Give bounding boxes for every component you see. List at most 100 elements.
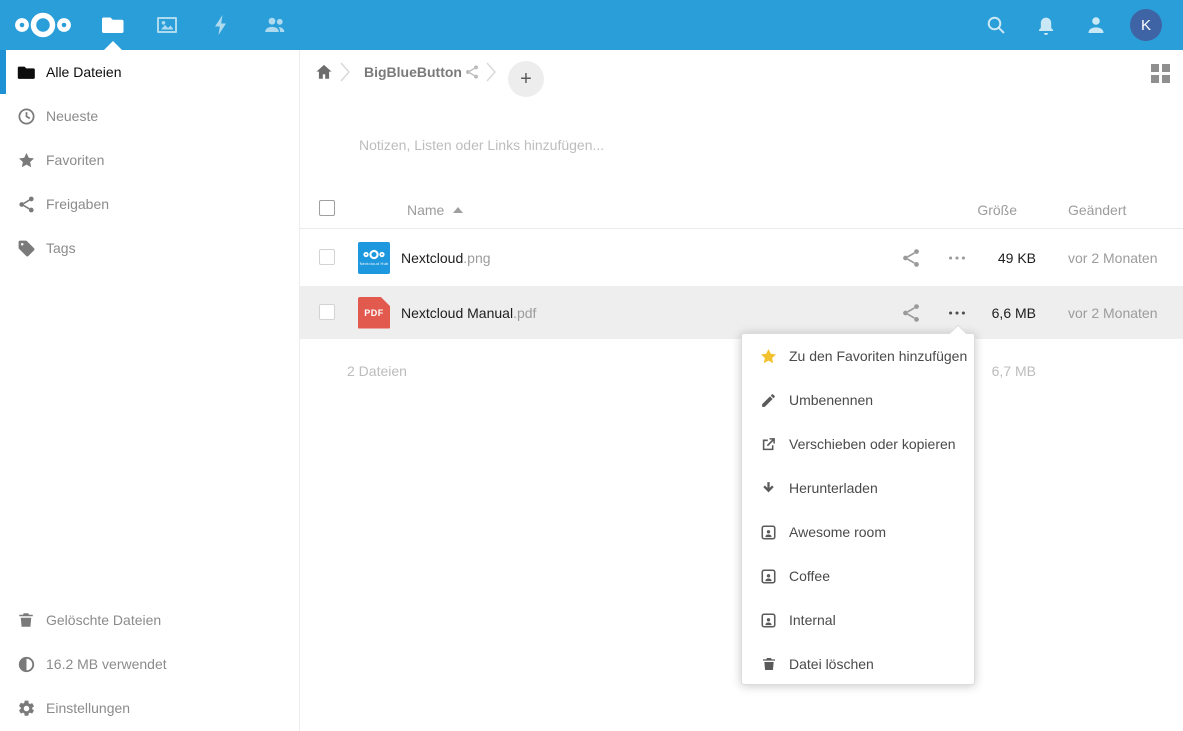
sort-ascending-icon[interactable] bbox=[453, 207, 463, 213]
menu-item-label: Datei löschen bbox=[789, 656, 874, 672]
pencil-icon bbox=[759, 391, 778, 410]
breadcrumb-share-icon[interactable] bbox=[464, 64, 480, 80]
trash-icon bbox=[759, 655, 778, 674]
sidebar-item-recent[interactable]: Neueste bbox=[0, 94, 299, 138]
file-name[interactable]: Nextcloud Manual.pdf bbox=[401, 305, 536, 321]
new-file-button[interactable]: + bbox=[508, 61, 544, 97]
menu-item-rename[interactable]: Umbenennen bbox=[742, 378, 974, 422]
breadcrumb-folder-name[interactable]: BigBlueButton bbox=[364, 64, 462, 80]
sidebar-item-label: 16.2 MB verwendet bbox=[46, 656, 167, 672]
avatar-initial: K bbox=[1141, 17, 1151, 34]
active-app-indicator bbox=[104, 41, 122, 50]
nextcloud-logo-icon[interactable] bbox=[14, 11, 72, 39]
menu-item-delete-file[interactable]: Datei löschen bbox=[742, 642, 974, 686]
share-icon[interactable] bbox=[900, 247, 922, 269]
menu-item-internal[interactable]: Internal bbox=[742, 598, 974, 642]
menu-item-label: Umbenennen bbox=[789, 392, 873, 408]
sidebar-item-label: Tags bbox=[46, 240, 76, 256]
sidebar-item-label: Alle Dateien bbox=[46, 64, 122, 80]
move-icon bbox=[759, 435, 778, 454]
menu-item-add-to-favorites[interactable]: Zu den Favoriten hinzufügen bbox=[742, 334, 974, 378]
file-modified: vor 2 Monaten bbox=[1068, 305, 1158, 321]
column-header-size[interactable]: Größe bbox=[977, 202, 1017, 218]
file-count: 2 Dateien bbox=[347, 363, 407, 379]
thumbnail-label: Nextcloud Hub bbox=[360, 261, 389, 266]
activity-app-icon[interactable] bbox=[209, 13, 233, 37]
file-list-header: Name Größe Geändert bbox=[300, 192, 1183, 229]
menu-item-move-or-copy[interactable]: Verschieben oder kopieren bbox=[742, 422, 974, 466]
sidebar-footer: Gelöschte Dateien 16.2 MB verwendet Eins… bbox=[0, 598, 299, 730]
files-content: BigBlueButton + Notizen, Listen oder Lin… bbox=[300, 50, 1183, 731]
actions-menu-icon[interactable] bbox=[946, 302, 968, 324]
menu-item-label: Verschieben oder kopieren bbox=[789, 436, 956, 452]
menu-item-label: Awesome room bbox=[789, 524, 886, 540]
menu-item-download[interactable]: Herunterladen bbox=[742, 466, 974, 510]
sidebar-item-shares[interactable]: Freigaben bbox=[0, 182, 299, 226]
sidebar-item-deleted-files[interactable]: Gelöschte Dateien bbox=[0, 598, 299, 642]
total-size: 6,7 MB bbox=[992, 363, 1036, 379]
photos-app-icon[interactable] bbox=[155, 13, 179, 37]
contacts-menu-icon[interactable] bbox=[1084, 13, 1108, 37]
file-row-nextcloud-png[interactable]: Nextcloud Hub Nextcloud.png 49 KB vor 2 … bbox=[300, 229, 1183, 286]
file-extension: .png bbox=[463, 250, 490, 266]
star-icon bbox=[16, 150, 36, 170]
pdf-file-thumbnail: PDF bbox=[358, 297, 390, 329]
image-file-thumbnail: Nextcloud Hub bbox=[358, 242, 390, 274]
sidebar-item-label: Neueste bbox=[46, 108, 98, 124]
trash-icon bbox=[16, 610, 36, 630]
gear-icon bbox=[16, 698, 36, 718]
sidebar-item-label: Einstellungen bbox=[46, 700, 130, 716]
row-checkbox[interactable] bbox=[319, 304, 335, 320]
file-size: 6,6 MB bbox=[992, 305, 1036, 321]
share-icon[interactable] bbox=[900, 302, 922, 324]
sidebar: Alle Dateien Neueste Favoriten Freigaben… bbox=[0, 50, 300, 731]
nextcloud-files-app: K Alle Dateien Neueste Favoriten F bbox=[0, 0, 1183, 731]
sidebar-item-quota[interactable]: 16.2 MB verwendet bbox=[0, 642, 299, 686]
menu-item-label: Herunterladen bbox=[789, 480, 878, 496]
file-name[interactable]: Nextcloud.png bbox=[401, 250, 491, 266]
actions-menu-icon[interactable] bbox=[946, 247, 968, 269]
menu-item-label: Internal bbox=[789, 612, 836, 628]
breadcrumb-home-icon[interactable] bbox=[315, 63, 333, 81]
sidebar-item-tags[interactable]: Tags bbox=[0, 226, 299, 270]
sidebar-item-settings[interactable]: Einstellungen bbox=[0, 686, 299, 730]
sidebar-item-label: Favoriten bbox=[46, 152, 104, 168]
sidebar-item-all-files[interactable]: Alle Dateien bbox=[0, 50, 299, 94]
menu-item-coffee[interactable]: Coffee bbox=[742, 554, 974, 598]
top-bar: K bbox=[0, 0, 1183, 50]
download-icon bbox=[759, 479, 778, 498]
share-icon bbox=[16, 194, 36, 214]
column-header-name[interactable]: Name bbox=[407, 202, 444, 218]
grid-view-toggle-icon[interactable] bbox=[1151, 64, 1170, 83]
files-app-icon[interactable] bbox=[101, 13, 125, 37]
user-avatar[interactable]: K bbox=[1130, 9, 1162, 41]
tag-icon bbox=[16, 238, 36, 258]
folder-icon bbox=[16, 62, 36, 82]
notifications-bell-icon[interactable] bbox=[1034, 13, 1058, 37]
menu-item-label: Coffee bbox=[789, 568, 830, 584]
menu-item-awesome-room[interactable]: Awesome room bbox=[742, 510, 974, 554]
room-icon bbox=[759, 523, 778, 542]
room-icon bbox=[759, 567, 778, 586]
star-icon bbox=[759, 347, 778, 366]
sidebar-item-label: Freigaben bbox=[46, 196, 109, 212]
breadcrumb-chevron-icon bbox=[338, 61, 352, 83]
file-actions-menu: Zu den Favoriten hinzufügen Umbenennen V… bbox=[741, 333, 975, 685]
menu-item-label: Zu den Favoriten hinzufügen bbox=[789, 348, 967, 364]
quota-icon bbox=[16, 654, 36, 674]
breadcrumb-chevron-icon bbox=[484, 61, 498, 83]
notes-placeholder[interactable]: Notizen, Listen oder Links hinzufügen... bbox=[359, 137, 604, 153]
select-all-checkbox[interactable] bbox=[319, 200, 335, 216]
pdf-label: PDF bbox=[364, 308, 384, 318]
column-header-modified[interactable]: Geändert bbox=[1068, 202, 1126, 218]
file-row-nextcloud-manual-pdf[interactable]: PDF Nextcloud Manual.pdf 6,6 MB vor 2 Mo… bbox=[300, 286, 1183, 339]
contacts-app-icon[interactable] bbox=[263, 13, 287, 37]
row-checkbox[interactable] bbox=[319, 249, 335, 265]
sidebar-item-label: Gelöschte Dateien bbox=[46, 612, 161, 628]
room-icon bbox=[759, 611, 778, 630]
search-icon[interactable] bbox=[984, 13, 1008, 37]
file-modified: vor 2 Monaten bbox=[1068, 250, 1158, 266]
file-extension: .pdf bbox=[513, 305, 536, 321]
sidebar-item-favorites[interactable]: Favoriten bbox=[0, 138, 299, 182]
clock-icon bbox=[16, 106, 36, 126]
